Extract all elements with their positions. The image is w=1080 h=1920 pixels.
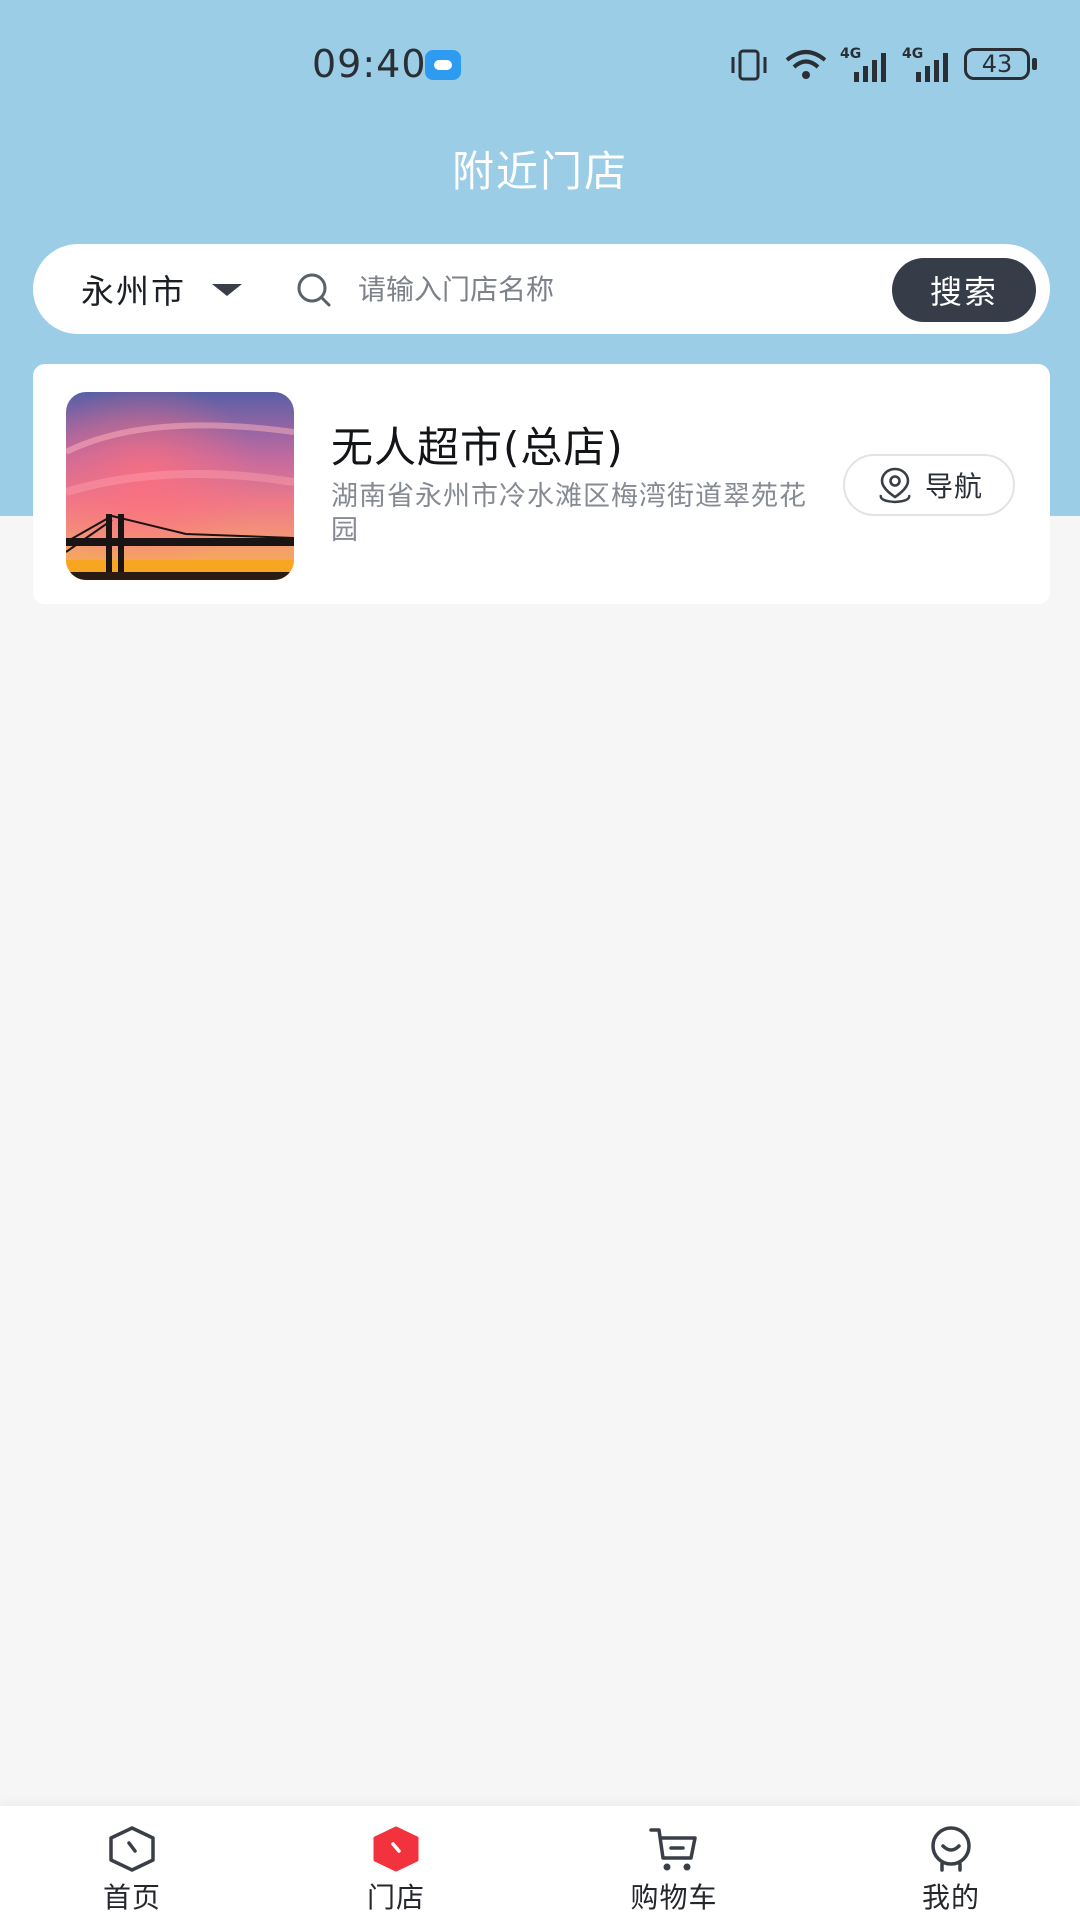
vibrate-icon (731, 49, 767, 81)
profile-icon (931, 1826, 971, 1872)
navigate-button[interactable]: 导航 (843, 454, 1015, 516)
location-pin-icon (879, 467, 911, 504)
tab-home[interactable]: 首页 (32, 1806, 232, 1920)
caret-down-icon (212, 284, 242, 296)
battery-tip (1032, 58, 1037, 70)
tab-cart[interactable]: 购物车 (574, 1806, 774, 1920)
tab-label: 首页 (102, 1881, 161, 1914)
battery-indicator: 43 (964, 48, 1030, 80)
search-button[interactable]: 搜索 (892, 258, 1036, 322)
store-address: 湖南省永州市冷水滩区梅湾街道翠苑花园 (331, 481, 807, 546)
tab-profile[interactable]: 我的 (851, 1806, 1051, 1920)
cart-icon (649, 1828, 697, 1871)
store-search-input[interactable] (358, 264, 898, 314)
store-icon (373, 1826, 419, 1872)
wifi-icon (785, 50, 827, 79)
tab-label: 购物车 (630, 1881, 718, 1914)
signal-bars-icon (916, 53, 948, 82)
city-selector[interactable]: 永州市 (81, 244, 242, 334)
cellular-signal-2: 4G (902, 46, 954, 84)
message-notification-icon (425, 50, 461, 80)
city-label: 永州市 (81, 272, 186, 311)
tab-store[interactable]: 门店 (296, 1806, 496, 1920)
status-bar: 09:40 4G 4G 43 (0, 0, 1080, 120)
status-time: 09:40 (312, 42, 427, 86)
bottom-tab-bar: 首页 门店 购物车 我的 (0, 1806, 1080, 1920)
page-title: 附近门店 (451, 147, 628, 196)
sunset-bridge-image (66, 392, 294, 580)
cellular-signal-1: 4G (840, 46, 892, 84)
search-icon (297, 273, 331, 307)
signal-bars-icon (854, 53, 886, 82)
tab-label: 门店 (366, 1881, 425, 1914)
tab-label: 我的 (921, 1881, 980, 1914)
search-bar: 永州市 搜索 (33, 244, 1050, 334)
home-icon (109, 1826, 155, 1872)
store-name: 无人超市(总店) (331, 423, 624, 472)
store-card[interactable]: 无人超市(总店) 湖南省永州市冷水滩区梅湾街道翠苑花园 导航 (33, 364, 1050, 604)
store-thumbnail (66, 392, 294, 580)
navigate-label: 导航 (924, 470, 983, 503)
